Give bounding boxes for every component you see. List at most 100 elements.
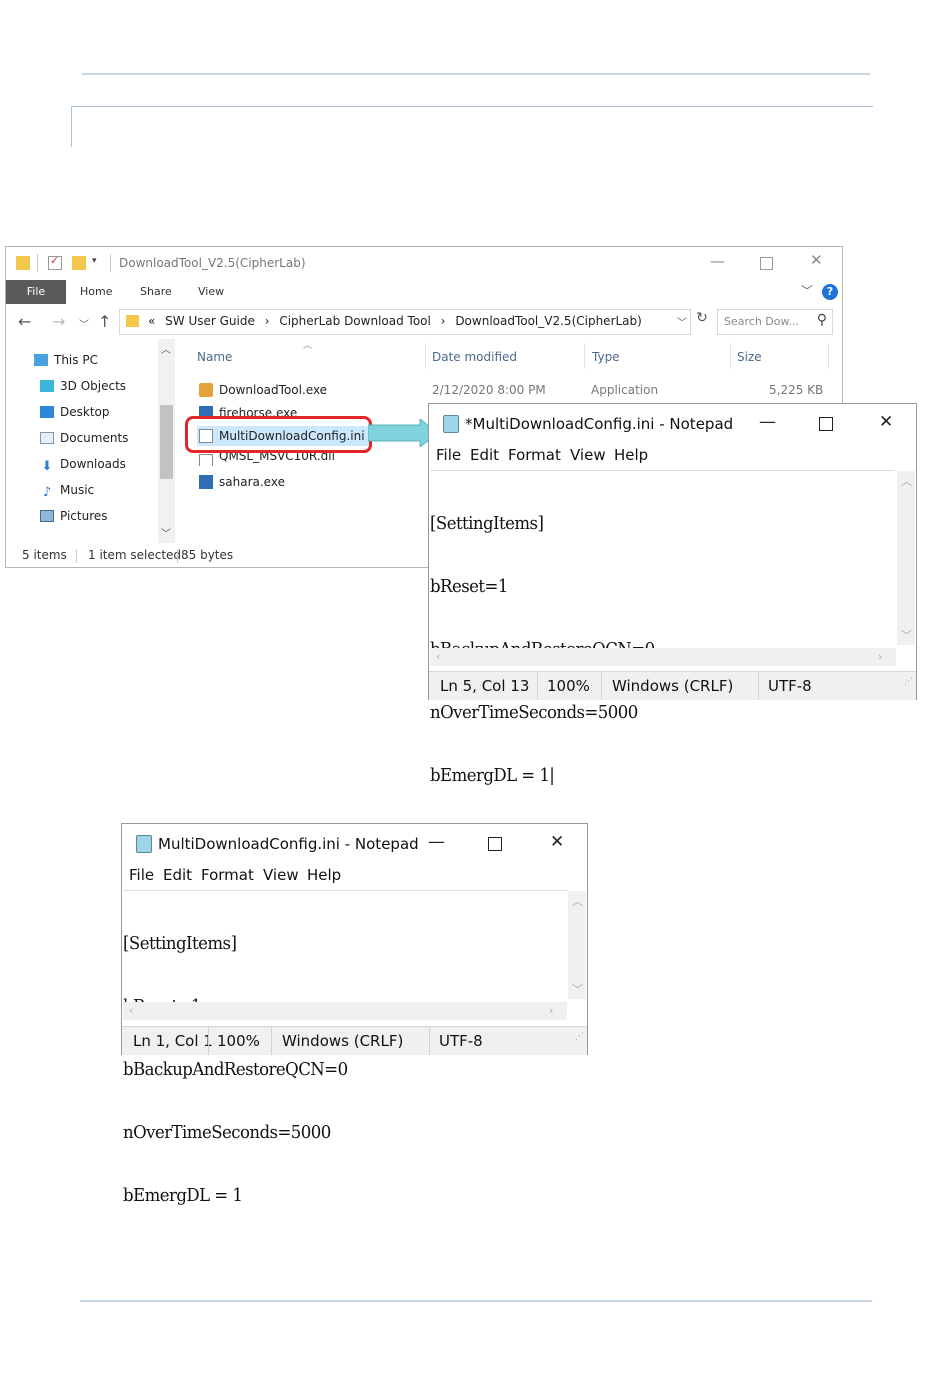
status-line-ending: Windows (CRLF) [612,677,734,695]
column-header-type[interactable]: Type [592,350,620,364]
ribbon-file-tab[interactable]: File [6,280,66,304]
vertical-scrollbar[interactable]: ︿ ﹀ [897,471,915,645]
menu-help[interactable]: Help [307,866,341,884]
scroll-down-icon[interactable]: ﹀ [161,525,171,540]
recent-dropdown-icon[interactable]: ﹀ [79,316,89,331]
vertical-scrollbar[interactable]: ︿ ﹀ [568,891,586,999]
menu-edit[interactable]: Edit [163,866,192,884]
text-line: nOverTimeSeconds=5000 [430,702,638,723]
cube-icon [40,380,54,392]
status-selected: 1 item selected [88,548,182,562]
minimize-icon[interactable]: — [710,252,725,270]
scroll-up-icon[interactable]: ︿ [161,341,171,356]
notepad-icon [443,415,459,433]
horizontal-scrollbar[interactable]: ‹ › [123,1002,567,1020]
menu-format[interactable]: Format [508,446,561,464]
breadcrumb-separator[interactable]: › [441,314,446,328]
notepad-title-bar: MultiDownloadConfig.ini - Notepad — ✕ [122,824,587,864]
status-cursor-position: Ln 5, Col 13 [440,677,530,695]
highlight-annotation [185,416,372,453]
resize-grip-icon[interactable]: ⋰ [575,1032,584,1052]
new-folder-icon[interactable] [72,256,86,270]
exe-icon [199,475,213,489]
scroll-left-icon[interactable]: ‹ [129,1004,133,1017]
menu-file[interactable]: File [129,866,154,884]
breadcrumb-separator[interactable]: › [265,314,270,328]
breadcrumb-overflow[interactable]: « [148,314,155,328]
scroll-thumb[interactable] [160,405,173,479]
computer-icon [34,354,48,366]
scroll-down-icon[interactable]: ﹀ [901,627,912,643]
sidebar-item-pictures[interactable]: Pictures [40,509,108,529]
ribbon-tab-view[interactable]: View [198,285,224,298]
sidebar-item-3d-objects[interactable]: 3D Objects [40,379,126,399]
back-arrow-icon[interactable]: ← [18,312,31,331]
text-line: nOverTimeSeconds=5000 [123,1122,331,1143]
search-placeholder: Search Dow... [724,315,799,328]
scroll-left-icon[interactable]: ‹ [436,650,440,663]
maximize-icon[interactable] [760,257,773,270]
sidebar-item-desktop[interactable]: Desktop [40,405,110,425]
address-dropdown-icon[interactable]: ﹀ [677,314,687,329]
nav-pane-scrollbar[interactable]: ︿ ﹀ [158,339,175,543]
notepad-text-area[interactable]: [SettingItems] bReset=1 bBackupAndRestor… [123,890,568,1206]
close-icon[interactable]: ✕ [550,832,564,852]
status-cursor-position: Ln 1, Col 1 [133,1032,213,1050]
notepad-window-edited: *MultiDownloadConfig.ini - Notepad — ✕ F… [428,403,917,786]
installer-icon [199,383,213,397]
sidebar-item-documents[interactable]: Documents [40,431,128,451]
scroll-right-icon[interactable]: › [549,1004,553,1017]
menu-file[interactable]: File [436,446,461,464]
status-bytes: 85 bytes [181,548,234,562]
sidebar-item-this-pc[interactable]: This PC [34,353,98,373]
checkbox-icon[interactable]: ✓ [48,254,62,270]
quick-access-dropdown-icon[interactable]: ▾ [92,256,106,270]
scroll-right-icon[interactable]: › [878,650,882,663]
menu-format[interactable]: Format [201,866,254,884]
notepad-status-bar: Ln 5, Col 13 100% Windows (CRLF) UTF-8 ⋰ [429,671,916,700]
maximize-icon[interactable] [488,837,502,851]
sidebar-item-music[interactable]: ♪ Music [40,483,94,503]
breadcrumb-current[interactable]: DownloadTool_V2.5(CipherLab) [455,314,642,328]
text-line: bEmergDL = 1| [430,765,555,786]
scroll-up-icon[interactable]: ︿ [901,473,912,489]
scroll-up-icon[interactable]: ︿ [572,893,583,909]
menu-edit[interactable]: Edit [470,446,499,464]
minimize-icon[interactable]: — [759,412,776,432]
column-header-name[interactable]: Name [197,350,232,364]
forward-arrow-icon[interactable]: → [52,312,65,331]
heading-frame [71,106,873,147]
column-header-date[interactable]: Date modified [432,350,517,364]
status-zoom: 100% [217,1032,260,1050]
scroll-down-icon[interactable]: ﹀ [572,981,583,997]
notepad-title: MultiDownloadConfig.ini - Notepad [158,835,419,853]
maximize-icon[interactable] [819,417,833,431]
menu-view[interactable]: View [570,446,606,464]
ribbon-tab-home[interactable]: Home [80,285,112,298]
ribbon-tab-share[interactable]: Share [140,285,172,298]
search-icon[interactable]: ⚲ [817,312,827,328]
sidebar-item-downloads[interactable]: ⬇ Downloads [40,457,126,477]
help-icon[interactable]: ? [822,284,838,300]
file-row[interactable]: DownloadTool.exe 2/12/2020 8:00 PM Appli… [197,380,837,400]
menu-view[interactable]: View [263,866,299,884]
refresh-icon[interactable]: ↻ [692,310,712,332]
breadcrumb-download-tool[interactable]: CipherLab Download Tool [279,314,431,328]
notepad-icon [136,835,152,853]
notepad-window-saved: MultiDownloadConfig.ini - Notepad — ✕ Fi… [121,823,588,1206]
close-icon[interactable]: ✕ [810,251,823,269]
expand-ribbon-icon[interactable]: ﹀ [801,282,813,299]
breadcrumb-sw-user-guide[interactable]: SW User Guide [165,314,255,328]
menu-help[interactable]: Help [614,446,648,464]
search-input[interactable]: Search Dow... ⚲ [717,309,833,335]
desktop-icon [40,406,54,418]
resize-grip-icon[interactable]: ⋰ [904,677,913,697]
up-arrow-icon[interactable]: ↑ [98,312,111,331]
text-line: bBackupAndRestoreQCN=0 [123,1059,348,1080]
horizontal-scrollbar[interactable]: ‹ › [430,648,896,666]
close-icon[interactable]: ✕ [879,412,893,432]
address-bar[interactable]: « SW User Guide › CipherLab Download Too… [119,309,691,335]
column-header-size[interactable]: Size [737,350,762,364]
minimize-icon[interactable]: — [428,832,445,852]
notepad-text-area[interactable]: [SettingItems] bReset=1 bBackupAndRestor… [430,470,895,786]
